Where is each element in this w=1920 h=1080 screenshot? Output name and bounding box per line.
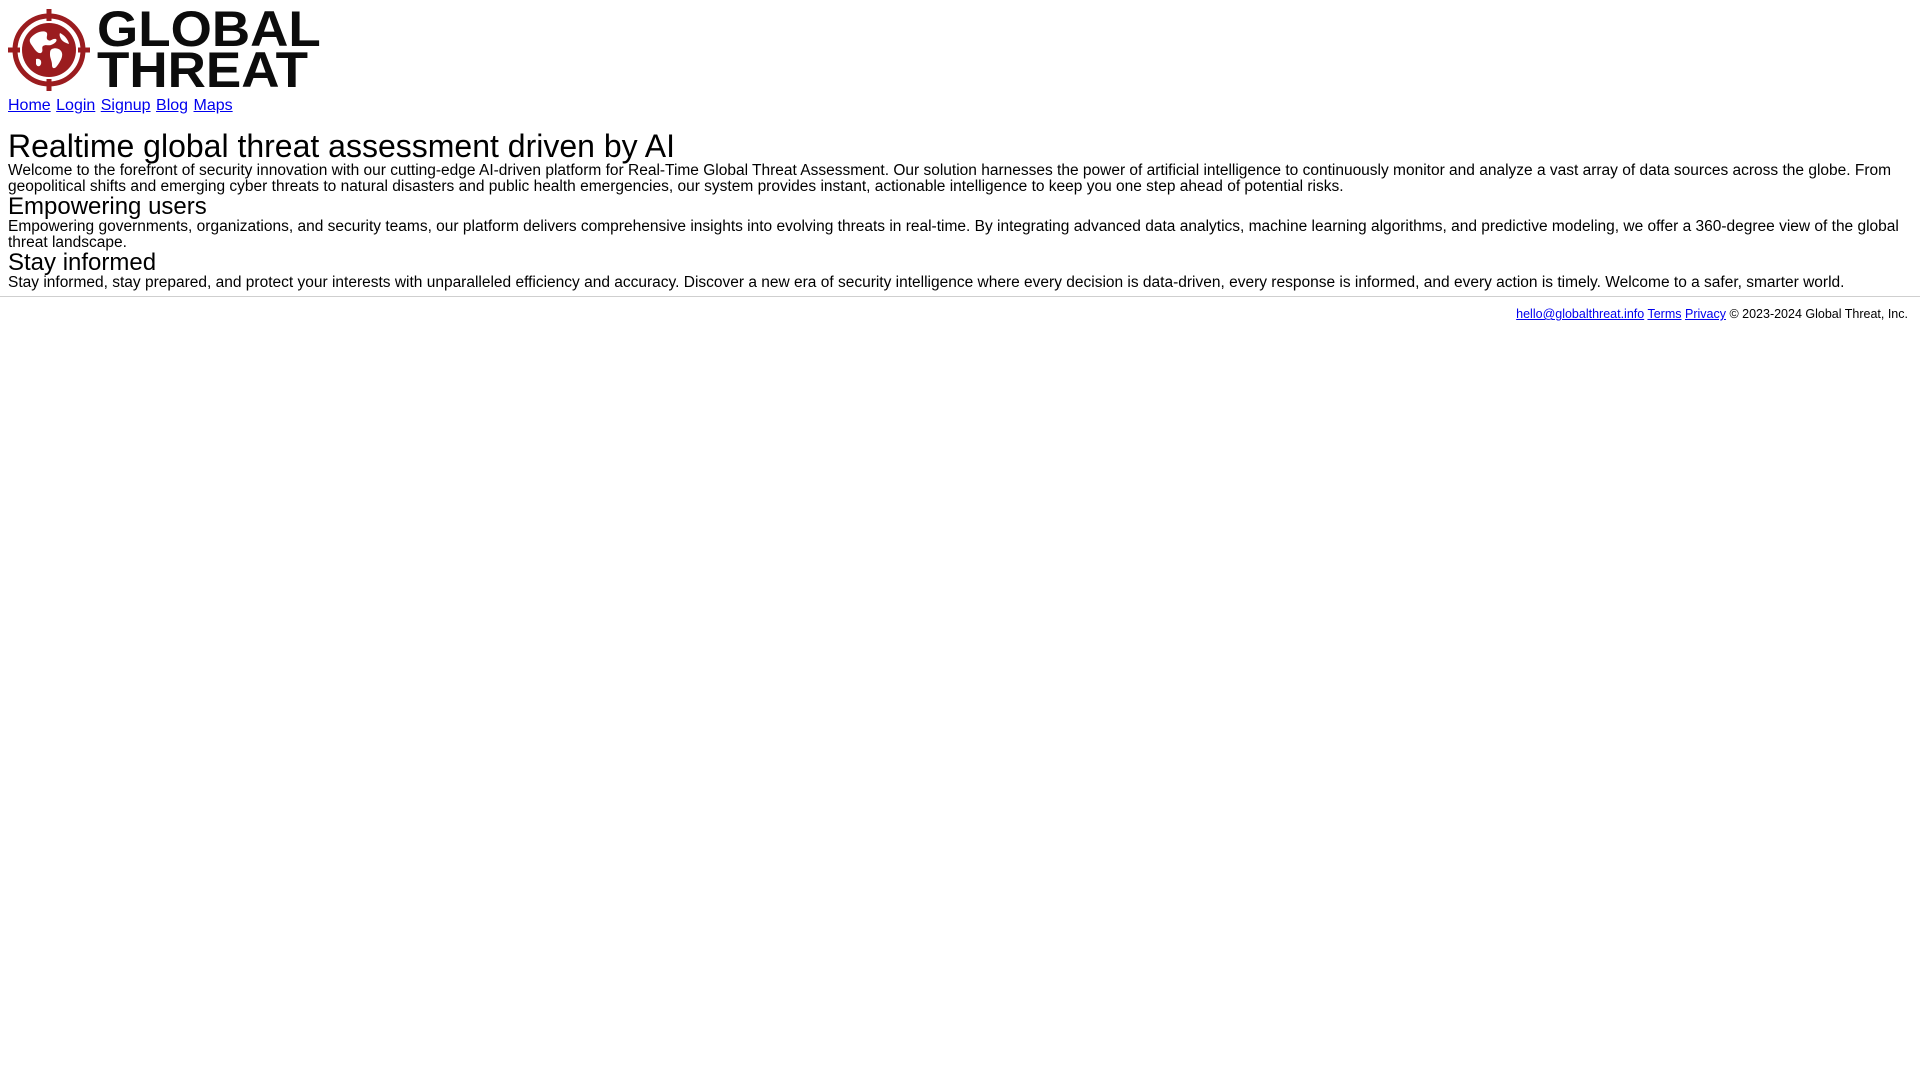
logo[interactable]: GLOBAL THREAT (8, 4, 1912, 98)
nav-link-maps[interactable]: Maps (194, 97, 233, 114)
footer-copyright: © 2023-2024 Global Threat, Inc. (1729, 307, 1908, 321)
footer-terms-link[interactable]: Terms (1647, 307, 1681, 321)
nav-link-home[interactable]: Home (8, 97, 51, 114)
target-globe-icon (8, 8, 90, 91)
page: GLOBAL THREAT Home Login Signup Blog Map… (0, 0, 1920, 1080)
logo-line-2: THREAT (97, 41, 309, 98)
footer-privacy-link[interactable]: Privacy (1685, 307, 1726, 321)
section-text-stay-informed: Stay informed, stay prepared, and protec… (8, 274, 1845, 291)
section-heading-empowering-users: Empowering users (8, 193, 207, 220)
intro-paragraph: Welcome to the forefront of security inn… (8, 162, 1892, 195)
site-footer: hello@globalthreat.info Terms Privacy © … (0, 297, 1920, 321)
nav-link-login[interactable]: Login (56, 97, 95, 114)
nav-link-signup[interactable]: Signup (101, 97, 151, 114)
section-heading-stay-informed: Stay informed (8, 249, 157, 276)
page-title: Realtime global threat assessment driven… (8, 128, 675, 164)
section-text-empowering-users: Empowering governments, organizations, a… (8, 218, 1899, 251)
footer-email-link[interactable]: hello@globalthreat.info (1516, 307, 1644, 321)
main-content: Realtime global threat assessment driven… (0, 129, 1920, 291)
site-header: GLOBAL THREAT Home Login Signup Blog Map… (0, 0, 1920, 115)
logo-wordmark: GLOBAL THREAT (97, 4, 321, 98)
main-nav: Home Login Signup Blog Maps (8, 97, 1912, 115)
nav-link-blog[interactable]: Blog (156, 97, 188, 114)
